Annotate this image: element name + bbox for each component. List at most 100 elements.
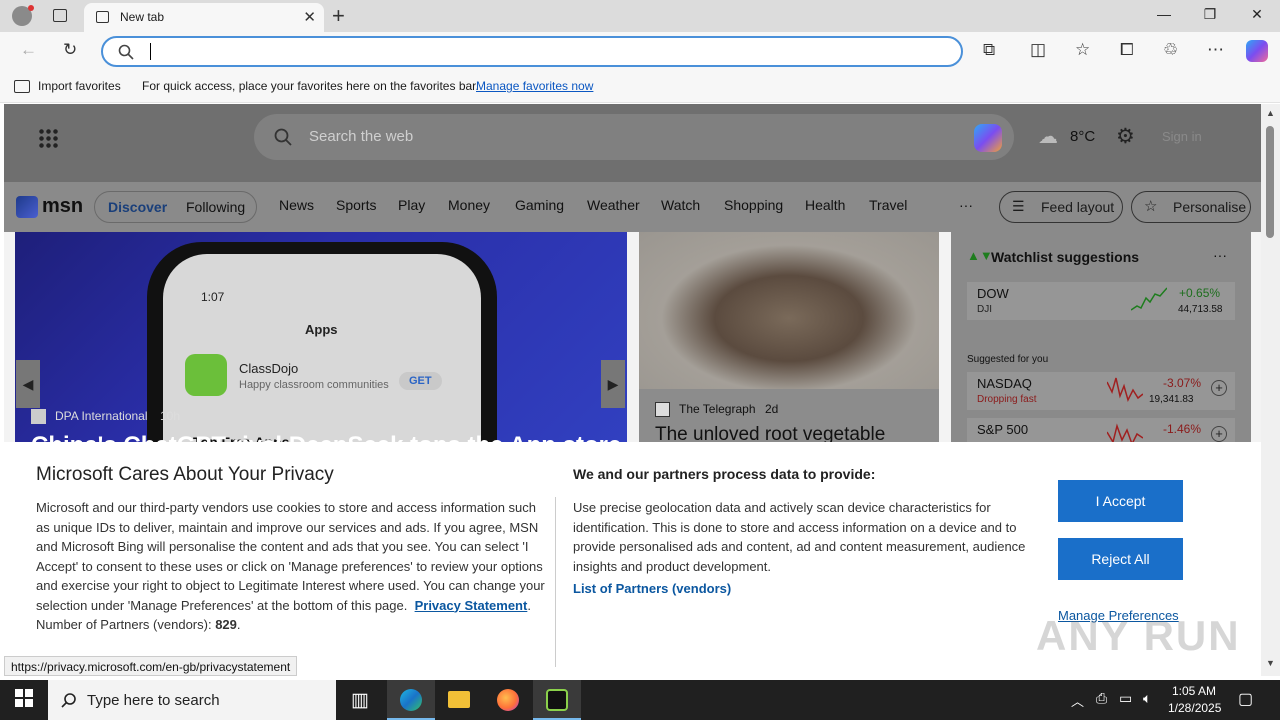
tab-actions-icon[interactable] (53, 9, 67, 22)
notifications-icon[interactable]: ▢ (1238, 689, 1253, 709)
hero-headline[interactable]: China's ChatGPT rival DeepSeek tops the … (31, 432, 621, 442)
stock-symbol: S&P 500 (977, 422, 1029, 437)
settings-gear-icon[interactable]: ⚙ (1116, 124, 1135, 149)
favorites-hint: For quick access, place your favorites h… (142, 79, 479, 93)
nav-health[interactable]: Health (805, 197, 845, 213)
tab-following[interactable]: Following (186, 199, 245, 215)
nav-weather[interactable]: Weather (587, 197, 640, 213)
consent-divider (555, 497, 556, 667)
article-card[interactable]: The Telegraph 2d The unloved root vegeta… (639, 232, 939, 442)
article-source: The Telegraph (679, 402, 756, 416)
scroll-up-arrow[interactable]: ▲ (1266, 108, 1275, 118)
split-screen-icon[interactable]: ◫ (1030, 40, 1046, 60)
stock-change: +0.65% (1179, 286, 1221, 300)
article-age: 2d (765, 402, 779, 416)
clock-time: 1:05 AM (1171, 684, 1217, 698)
scroll-down-arrow[interactable]: ▼ (1266, 658, 1275, 668)
partners-count-label: Number of Partners (vendors): (36, 617, 212, 632)
add-stock-icon[interactable]: + (1211, 380, 1227, 396)
new-tab-button[interactable]: + (332, 3, 345, 29)
notification-dot (28, 5, 34, 11)
watchlist-more-icon[interactable]: ··· (1213, 247, 1227, 263)
manage-favorites-link[interactable]: Manage favorites now (476, 79, 593, 93)
close-window-button[interactable]: ✕ (1235, 6, 1279, 23)
system-clock[interactable]: 1:05 AM 1/28/2025 (1168, 683, 1222, 717)
article-headline[interactable]: The unloved root vegetable (655, 424, 885, 442)
taskbar-search-placeholder: Type here to search (87, 692, 220, 709)
stock-change: -3.07% (1163, 376, 1202, 390)
close-tab-icon[interactable]: ✕ (303, 8, 316, 26)
minimize-button[interactable]: — (1142, 6, 1186, 22)
msn-logo[interactable]: msn (42, 195, 83, 218)
web-search-box[interactable]: Search the web (254, 114, 1014, 160)
app-taskbar-icon[interactable] (533, 680, 581, 720)
hero-age: 10h (160, 409, 181, 423)
copilot-icon[interactable] (1246, 40, 1268, 62)
nav-more-icon[interactable]: ··· (959, 197, 973, 213)
chart-icon: ▲▼ (967, 248, 993, 263)
web-search-placeholder: Search the web (309, 128, 414, 145)
stock-sub: DJI (977, 304, 992, 315)
add-stock-icon[interactable]: + (1211, 426, 1227, 442)
start-button[interactable] (0, 680, 48, 720)
import-favorites-button[interactable]: Import favorites (38, 79, 121, 93)
stock-row-dow[interactable]: DOW DJI +0.65% 44,713.58 (967, 282, 1235, 320)
nav-travel[interactable]: Travel (869, 197, 907, 213)
nav-news[interactable]: News (279, 197, 314, 213)
hero-carousel-card[interactable]: 1:07 Apps ClassDojo Happy classroom comm… (15, 232, 627, 442)
apps-grid-icon[interactable] (38, 128, 58, 148)
edge-taskbar-icon[interactable] (387, 680, 435, 720)
scroll-thumb[interactable] (1266, 126, 1274, 238)
refresh-icon[interactable]: ↻ (63, 40, 77, 60)
more-options-icon[interactable]: ⋯ (1207, 40, 1224, 60)
extensions-icon[interactable]: ⧉ (983, 40, 995, 60)
partners-count: 829 (215, 617, 237, 632)
volume-icon[interactable]: 🔈︎ (1143, 690, 1151, 707)
sign-in-button[interactable]: Sign in (1162, 129, 1202, 144)
personalise-button[interactable]: ☆ Personalise (1131, 191, 1251, 223)
page-scrollbar[interactable]: ▲ ▼ (1261, 104, 1280, 676)
favorites-star-icon[interactable]: ☆ (1075, 40, 1090, 60)
firefox-icon[interactable] (484, 680, 532, 720)
browser-toolbar: ← ↻ ⧉ ◫ ☆ ⧠ ♲ ⋯ (0, 32, 1280, 72)
nav-gaming[interactable]: Gaming (515, 197, 564, 213)
privacy-statement-link[interactable]: Privacy Statement (415, 598, 528, 613)
nav-play[interactable]: Play (398, 197, 425, 213)
tray-device-icon[interactable]: ⎙ (1096, 690, 1107, 707)
hero-source: DPA International (55, 409, 148, 423)
task-view-icon[interactable]: ▥ (336, 680, 384, 720)
copilot-icon[interactable] (974, 124, 1002, 152)
tab-discover[interactable]: Discover (108, 199, 167, 215)
partners-list-link[interactable]: List of Partners (vendors) (573, 581, 731, 596)
nav-money[interactable]: Money (448, 197, 490, 213)
accept-button[interactable]: I Accept (1058, 480, 1183, 522)
nav-sports[interactable]: Sports (336, 197, 376, 213)
tab-new-tab[interactable]: New tab ✕ (84, 3, 324, 32)
watchlist-card: ▲▼ Watchlist suggestions ··· DOW DJI +0.… (951, 232, 1251, 456)
nav-shopping[interactable]: Shopping (724, 197, 783, 213)
phone-get-button: GET (399, 372, 442, 390)
stock-sub: Dropping fast (977, 394, 1037, 405)
file-explorer-icon[interactable] (435, 680, 483, 720)
network-icon[interactable]: ▭ (1119, 690, 1132, 707)
clock-date: 1/28/2025 (1168, 701, 1222, 715)
back-icon[interactable]: ← (20, 40, 37, 60)
windows-taskbar: Type here to search ▥ ︿ ⎙ ▭ 🔈︎ 1:05 AM 1… (0, 680, 1280, 720)
collections-icon[interactable]: ⧠ (1120, 40, 1134, 60)
performance-icon[interactable]: ♲ (1163, 40, 1178, 60)
nav-watch[interactable]: Watch (661, 197, 700, 213)
tray-chevron-icon[interactable]: ︿ (1071, 691, 1084, 710)
address-bar[interactable] (101, 36, 963, 67)
feed-layout-button[interactable]: ☰ Feed layout (999, 191, 1123, 223)
restore-button[interactable]: ❐ (1188, 6, 1232, 23)
carousel-prev-button[interactable]: ◀ (16, 360, 40, 408)
taskbar-search[interactable]: Type here to search (48, 680, 336, 720)
carousel-next-button[interactable]: ▶ (601, 360, 625, 408)
app-logo (546, 689, 568, 711)
stock-row-nasdaq[interactable]: NASDAQ Dropping fast -3.07% 19,341.83 + (967, 372, 1235, 410)
stock-sparkline-nasdaq (1107, 377, 1143, 403)
reject-all-button[interactable]: Reject All (1058, 538, 1183, 580)
temperature[interactable]: 8°C (1070, 128, 1095, 145)
import-favorites-icon[interactable] (14, 80, 30, 93)
favorites-bar: Import favorites For quick access, place… (0, 72, 1280, 103)
